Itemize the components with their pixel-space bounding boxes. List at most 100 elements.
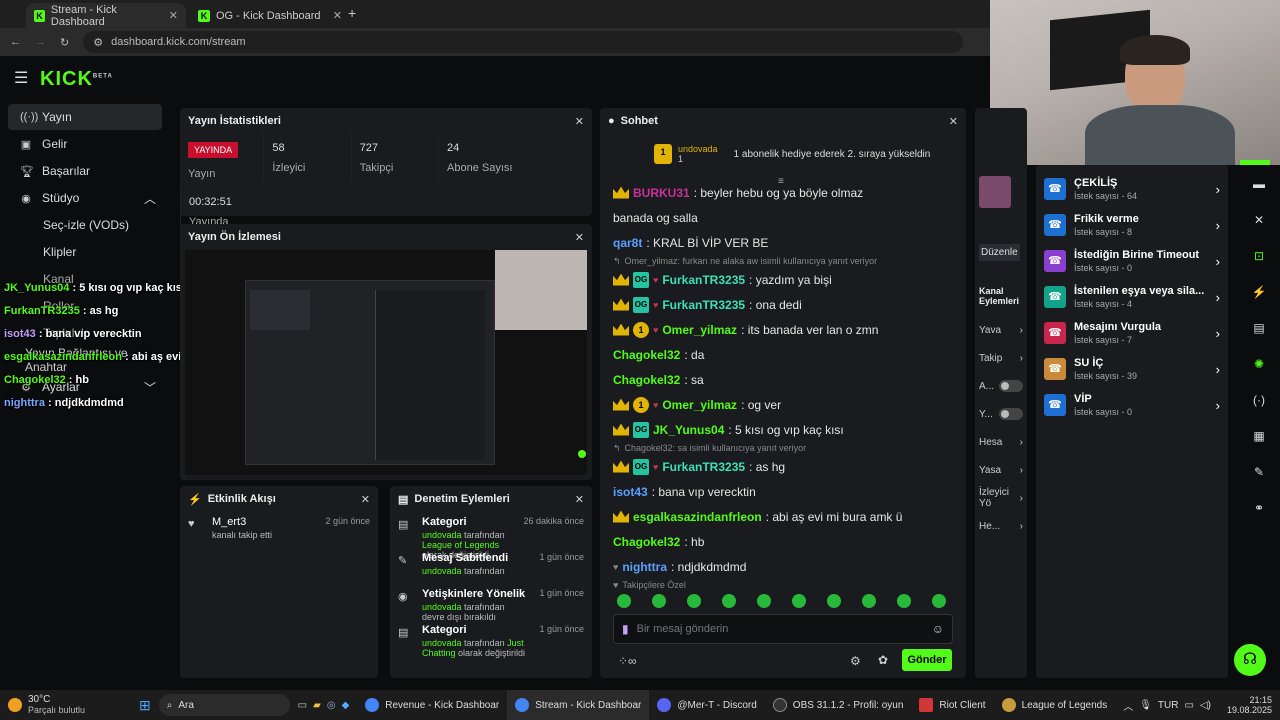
clock[interactable]: 21:15 19.08.2025	[1219, 690, 1280, 720]
chat-message[interactable]: ♥ nighttra: ndjdkdmdmd	[613, 554, 953, 579]
toggle-switch[interactable]	[999, 380, 1023, 392]
chat-message[interactable]: Chagokel32: sa	[613, 367, 953, 392]
chat-message[interactable]: 1 ♥ Omer_yilmaz: og ver	[613, 392, 953, 417]
system-tray[interactable]: ︿ 🎙︎ TUR ▭ ◁)	[1115, 690, 1219, 720]
taskbar-app-riot[interactable]: Riot Client	[911, 690, 993, 720]
sidebar-item-yayin[interactable]: ((·)) Yayın	[8, 104, 162, 130]
taskbar-app-revenue[interactable]: Revenue - Kick Dashboar	[357, 690, 507, 720]
browser-tab-og[interactable]: K OG - Kick Dashboard ✕	[190, 3, 350, 28]
chat-message[interactable]: BURKU31: beyler hebu og ya böyle olmaz	[613, 180, 953, 205]
close-icon[interactable]: ✕	[575, 231, 584, 244]
chat-message[interactable]: Chagokel32: da	[613, 342, 953, 367]
kick-logo[interactable]: KICKBETA	[40, 68, 113, 91]
reward-item[interactable]: ☎ İstenilen eşya veya sila... İstek sayısı…	[1036, 279, 1228, 315]
sidebar-item-vods[interactable]: Seç-izle (VODs)	[8, 212, 162, 238]
chevron-right-icon[interactable]: ›	[1216, 290, 1220, 305]
url-field[interactable]: ⚙ dashboard.kick.com/stream	[83, 31, 964, 53]
reward-item[interactable]: ☎ VİP İstek sayısı - 0 ›	[1036, 387, 1228, 423]
reward-item[interactable]: ☎ ÇEKİLİŞ İstek sayısı - 64 ›	[1036, 171, 1228, 207]
chat-message[interactable]: isot43: bana vıp verecktin	[613, 479, 953, 504]
taskbar-app-obs[interactable]: OBS 31.1.2 - Profil: oyun	[765, 690, 912, 720]
rewards-icon[interactable]: ✿	[878, 653, 888, 667]
spark-icon[interactable]: ✺	[1244, 352, 1274, 376]
chat-message[interactable]: Chagokel32: hb	[613, 529, 953, 554]
chat-message[interactable]: OG JK_Yunus04: 5 kısı og vıp kaç kısı	[613, 417, 953, 442]
chat-message[interactable]: OG ♥ FurkanTR3235: yazdım ya bişi	[613, 267, 953, 292]
bolt-icon[interactable]: ⚡	[1244, 280, 1274, 304]
avatar[interactable]	[979, 176, 1011, 208]
channel-action-item[interactable]: İzleyici Yö ›	[975, 484, 1027, 512]
emote-icon[interactable]	[792, 594, 806, 608]
channel-action-item[interactable]: Takip ›	[975, 344, 1027, 372]
browser-tab-stream[interactable]: K Stream - Kick Dashboard ✕	[26, 3, 186, 28]
reward-item[interactable]: ☎ SU İÇ İstek sayısı - 39 ›	[1036, 351, 1228, 387]
close-icon[interactable]: ✕	[169, 9, 178, 22]
back-icon[interactable]: ←	[10, 36, 21, 48]
reload-icon[interactable]: ↻	[60, 36, 69, 49]
chevron-right-icon[interactable]: ›	[1216, 398, 1220, 413]
chevron-right-icon[interactable]: ›	[1216, 254, 1220, 269]
close-icon[interactable]: ✕	[1244, 208, 1274, 232]
emote-icon[interactable]	[862, 594, 876, 608]
menu-icon[interactable]: ☰	[14, 68, 28, 88]
reward-item[interactable]: ☎ Frikik verme İstek sayısı - 8 ›	[1036, 207, 1228, 243]
close-icon[interactable]: ✕	[361, 493, 370, 506]
channel-action-item[interactable]: Yava ›	[975, 316, 1027, 344]
start-button[interactable]: ⊞	[131, 690, 159, 720]
emote-icon[interactable]	[687, 594, 701, 608]
preview-video[interactable]	[185, 250, 587, 475]
channel-action-item[interactable]: Yasa ›	[975, 456, 1027, 484]
taskbar-app-discord[interactable]: @Mer-T - Discord	[649, 690, 764, 720]
chevron-right-icon[interactable]: ›	[1216, 218, 1220, 233]
chevron-right-icon[interactable]: ›	[1216, 326, 1220, 341]
emote-icon[interactable]	[932, 594, 946, 608]
channel-action-item[interactable]: Y...	[975, 400, 1027, 428]
scan-icon[interactable]: ⊡	[1244, 244, 1274, 268]
emote-icon[interactable]	[617, 594, 631, 608]
taskbar-app-lol[interactable]: League of Legends	[994, 690, 1116, 720]
chat-message[interactable]: 1 ♥ Omer_yilmaz: its banada ver lan o zmn	[613, 317, 953, 342]
emote-icon[interactable]	[897, 594, 911, 608]
toggle-switch[interactable]	[999, 408, 1023, 420]
archive-icon[interactable]: ▦	[1244, 424, 1274, 448]
support-button[interactable]: ☊	[1234, 644, 1266, 676]
settings-icon[interactable]: ⚙	[850, 654, 861, 668]
broadcast-icon[interactable]: (·)	[1244, 388, 1274, 412]
points-icon[interactable]: ⁘∞	[618, 654, 637, 668]
sidebar-item-gelir[interactable]: ▣ Gelir	[8, 131, 162, 157]
weather-widget[interactable]: 30°C Parçalı bulutlu	[0, 690, 131, 720]
chevron-right-icon[interactable]: ›	[1216, 182, 1220, 197]
chevron-right-icon[interactable]: ›	[1216, 362, 1220, 377]
chat-input[interactable]	[636, 623, 924, 635]
forward-icon[interactable]: →	[35, 36, 46, 48]
channel-action-item[interactable]: He... ›	[975, 512, 1027, 540]
clipboard-icon[interactable]: ▤	[1244, 316, 1274, 340]
mic-icon[interactable]: ▮	[622, 622, 629, 636]
close-icon[interactable]: ✕	[575, 115, 584, 128]
chat-message[interactable]: qar8t: KRAL Bİ VİP VER BE	[613, 230, 953, 255]
taskbar-app-stream[interactable]: Stream - Kick Dashboar	[507, 690, 650, 720]
chat-message[interactable]: OG ♥ FurkanTR3235: ona dedi	[613, 292, 953, 317]
chevron-up-icon[interactable]: ︿	[144, 190, 156, 207]
sidebar-item-studyo[interactable]: ◉ Stüdyo ︿	[8, 185, 162, 211]
emote-icon[interactable]	[757, 594, 771, 608]
emote-icon[interactable]	[722, 594, 736, 608]
chat-message[interactable]: OG ♥ FurkanTR3235: as hg	[613, 454, 953, 479]
sidebar-item-basarilar[interactable]: 🏆︎ Başarılar	[8, 158, 162, 184]
emote-icon[interactable]	[827, 594, 841, 608]
channel-action-item[interactable]: Hesa ›	[975, 428, 1027, 456]
layout-icon[interactable]: ▬	[1244, 172, 1274, 196]
send-button[interactable]: Gönder	[902, 649, 952, 671]
wrench-icon[interactable]: ✎	[1244, 460, 1274, 484]
channel-action-item[interactable]: A...	[975, 372, 1027, 400]
taskbar-search[interactable]: ⌕ Ara	[158, 694, 290, 716]
close-icon[interactable]: ✕	[949, 115, 958, 128]
taskbar-pinned-icons[interactable]: ▭ ▰ ◎ ◆	[290, 690, 358, 720]
chat-message[interactable]: esgalkasazindanfrleon: abi aş evi mi bur…	[613, 504, 953, 529]
reward-item[interactable]: ☎ İstediğin Birine Timeout İstek sayısı - …	[1036, 243, 1228, 279]
edit-button[interactable]: Düzenle	[979, 244, 1020, 261]
sidebar-item-klipler[interactable]: Klipler	[8, 239, 162, 265]
emote-icon[interactable]	[652, 594, 666, 608]
close-icon[interactable]: ✕	[575, 493, 584, 506]
reward-item[interactable]: ☎ Mesajını Vurgula İstek sayısı - 7 ›	[1036, 315, 1228, 351]
